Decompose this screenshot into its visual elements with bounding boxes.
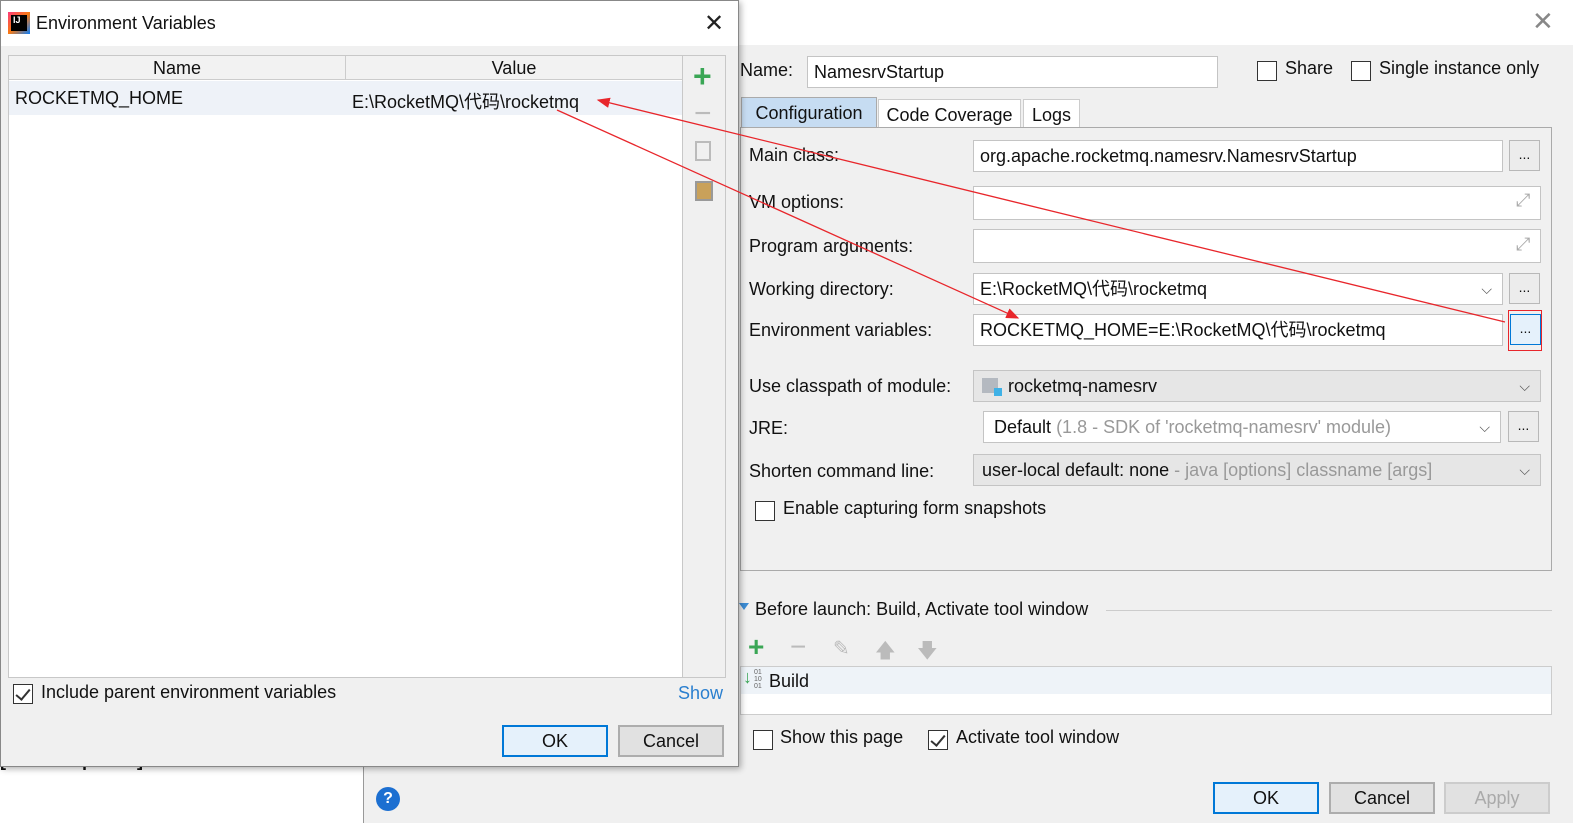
apply-button[interactable]: Apply <box>1444 782 1550 814</box>
close-icon[interactable]: ✕ <box>704 9 724 38</box>
program-arguments-input[interactable] <box>973 229 1541 263</box>
activate-tool-window-checkbox[interactable] <box>928 730 948 750</box>
show-page-checkbox[interactable] <box>753 730 773 750</box>
main-class-label: Main class: <box>749 145 840 165</box>
move-down-icon[interactable]: 🡇 <box>917 636 938 670</box>
name-label: Name: <box>740 60 794 80</box>
working-directory-input[interactable]: E:\RocketMQ\代码\rocketmq ⌵ <box>973 273 1503 305</box>
copy-icon[interactable] <box>695 141 711 161</box>
annotation-box <box>1508 310 1542 351</box>
tab-logs[interactable]: Logs <box>1023 99 1080 128</box>
classpath-module-value: rocketmq-namesrv <box>1008 376 1158 396</box>
shorten-command-line-hint: - java [options] classname [args] <box>1174 460 1433 480</box>
working-directory-value: E:\RocketMQ\代码\rocketmq <box>980 279 1208 299</box>
tab-configuration[interactable]: Configuration <box>741 97 877 128</box>
tab-code-coverage[interactable]: Code Coverage <box>878 99 1021 128</box>
list-item[interactable]: ↓ 01 10 01 Build <box>741 667 1551 694</box>
env-ok-button[interactable]: OK <box>502 725 608 757</box>
single-instance-checkbox[interactable] <box>1351 61 1371 81</box>
remove-icon[interactable]: − <box>694 96 712 132</box>
chevron-down-icon[interactable]: ⌵ <box>1481 274 1492 304</box>
working-directory-browse-button[interactable]: ... <box>1509 273 1540 304</box>
jre-select[interactable]: Default (1.8 - SDK of 'rocketmq-namesrv'… <box>983 411 1501 443</box>
chevron-down-icon[interactable]: ⌵ <box>1519 455 1530 485</box>
classpath-module-label: Use classpath of module: <box>749 376 952 396</box>
shorten-command-line-label: Shorten command line: <box>749 461 935 481</box>
show-page-label: Show this page <box>780 727 904 747</box>
name-input[interactable]: NamesrvStartup <box>807 56 1218 88</box>
jre-browse-button[interactable]: ... <box>1508 411 1539 442</box>
main-class-browse-button[interactable]: ... <box>1509 140 1540 171</box>
chevron-down-icon[interactable]: ⌵ <box>1479 412 1490 442</box>
paste-icon[interactable] <box>695 181 713 201</box>
environment-variables-label: Environment variables: <box>749 320 933 340</box>
env-dialog-title: Environment Variables <box>36 13 216 33</box>
share-label: Share <box>1285 58 1334 78</box>
edit-icon[interactable]: ✎ <box>833 636 850 661</box>
jre-value: Default <box>994 417 1052 437</box>
before-launch-list: ↓ 01 10 01 Build <box>740 666 1552 715</box>
expand-icon[interactable]: ⤢ <box>1516 234 1530 255</box>
collapse-triangle-icon[interactable] <box>739 603 749 610</box>
chevron-down-icon[interactable]: ⌵ <box>1519 371 1530 401</box>
env-dialog: IJ Environment Variables ✕ Name Value RO… <box>0 0 739 767</box>
env-toolbar: + − <box>683 55 726 678</box>
build-icon: ↓ <box>743 667 752 687</box>
main-class-input[interactable]: org.apache.rocketmq.namesrv.NamesrvStart… <box>973 140 1503 172</box>
help-icon[interactable]: ? <box>376 787 400 811</box>
share-checkbox[interactable] <box>1257 61 1277 81</box>
expand-icon[interactable]: ⤢ <box>1516 190 1530 211</box>
program-arguments-label: Program arguments: <box>749 236 914 256</box>
vm-options-label: VM options: <box>749 192 845 212</box>
env-table: Name Value ROCKETMQ_HOME E:\RocketMQ\代码\… <box>8 55 683 678</box>
classpath-module-select[interactable]: rocketmq-namesrv ⌵ <box>973 370 1541 402</box>
column-header-value[interactable]: Value <box>346 56 682 80</box>
activate-tool-window-label: Activate tool window <box>956 727 1120 747</box>
enable-snapshots-checkbox[interactable] <box>755 501 775 521</box>
shorten-command-line-value: user-local default: none <box>982 460 1170 480</box>
include-parent-label: Include parent environment variables <box>41 682 337 702</box>
vm-options-input[interactable] <box>973 186 1541 220</box>
enable-snapshots-label: Enable capturing form snapshots <box>783 498 1047 518</box>
jre-label: JRE: <box>749 418 789 438</box>
env-value-cell[interactable]: E:\RocketMQ\代码\rocketmq <box>352 88 579 114</box>
intellij-logo-icon: IJ <box>8 12 30 34</box>
build-label: Build <box>769 671 810 691</box>
before-launch-label: Before launch: Build, Activate tool wind… <box>755 599 1089 619</box>
add-icon[interactable]: + <box>748 632 764 662</box>
move-up-icon[interactable]: 🡅 <box>875 636 896 670</box>
single-instance-label: Single instance only <box>1379 58 1540 78</box>
remove-icon[interactable]: − <box>790 632 806 662</box>
table-row[interactable]: ROCKETMQ_HOME E:\RocketMQ\代码\rocketmq <box>9 81 682 115</box>
ok-button[interactable]: OK <box>1213 782 1319 814</box>
working-directory-label: Working directory: <box>749 279 894 299</box>
column-header-name[interactable]: Name <box>9 56 346 80</box>
close-icon[interactable]: ✕ <box>1532 6 1554 37</box>
cancel-button[interactable]: Cancel <box>1329 782 1435 814</box>
environment-variables-input[interactable]: ROCKETMQ_HOME=E:\RocketMQ\代码\rocketmq <box>973 314 1503 346</box>
add-icon[interactable]: + <box>693 58 712 94</box>
env-name-cell[interactable]: ROCKETMQ_HOME <box>15 88 183 109</box>
include-parent-checkbox[interactable] <box>13 684 33 704</box>
jre-hint: (1.8 - SDK of 'rocketmq-namesrv' module) <box>1056 417 1392 437</box>
shorten-command-line-select[interactable]: user-local default: none - java [options… <box>973 454 1541 486</box>
env-cancel-button[interactable]: Cancel <box>618 725 724 757</box>
show-link[interactable]: Show <box>678 683 723 704</box>
